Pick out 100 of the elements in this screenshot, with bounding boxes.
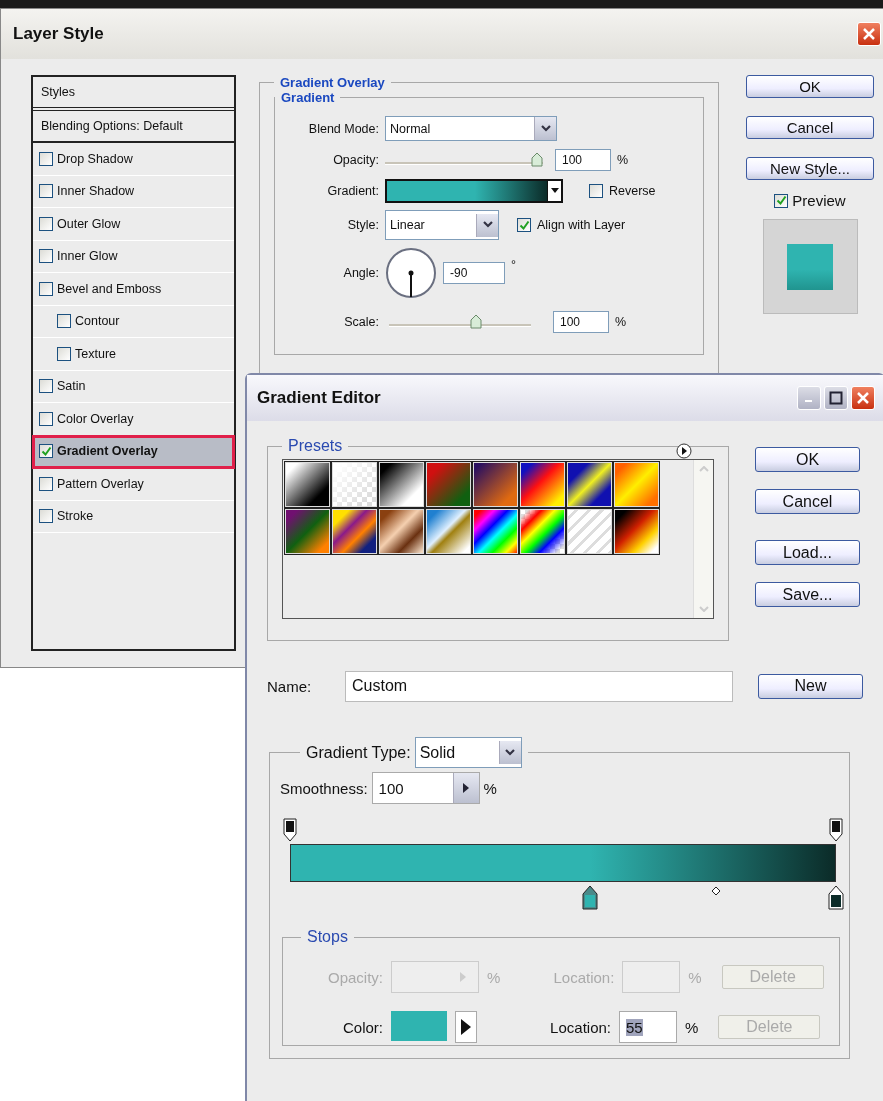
checkbox[interactable]	[39, 379, 53, 394]
checkbox[interactable]	[39, 411, 53, 426]
opacity-stop[interactable]	[283, 818, 297, 842]
close-icon[interactable]	[857, 22, 881, 46]
style-label: Outer Glow	[57, 216, 121, 231]
preset-swatch[interactable]	[472, 461, 519, 508]
maximize-icon[interactable]	[824, 386, 848, 410]
midpoint-diamond[interactable]	[710, 886, 721, 896]
color-swatch[interactable]	[391, 1011, 447, 1041]
checkbox[interactable]	[517, 218, 531, 232]
caret-icon[interactable]	[550, 188, 559, 193]
dialog-button[interactable]: Save...	[755, 582, 860, 607]
smoothness-field[interactable]: 100	[371, 772, 480, 804]
slider-thumb[interactable]	[469, 314, 482, 329]
field-label: Blend Mode:	[307, 121, 379, 136]
opacity-stop[interactable]	[829, 818, 843, 842]
dialog-button[interactable]: Cancel	[755, 489, 860, 514]
style-list-item[interactable]: Outer Glow	[33, 208, 234, 241]
field-label: Gradient Type:	[306, 743, 411, 762]
checkbox[interactable]	[39, 151, 53, 166]
checkbox[interactable]	[39, 444, 53, 459]
dialog-button[interactable]: OK	[746, 75, 874, 98]
angle-field[interactable]: -90	[443, 262, 505, 284]
checkbox[interactable]	[39, 184, 53, 199]
dialog-button[interactable]: Cancel	[746, 116, 874, 139]
preset-swatch[interactable]	[284, 508, 331, 555]
slider-thumb[interactable]	[531, 151, 543, 167]
gradient-bar[interactable]	[290, 844, 836, 882]
color-stop[interactable]	[582, 884, 599, 910]
checkbox-label: Align with Layer	[537, 218, 626, 232]
preset-swatch[interactable]	[519, 508, 566, 555]
field-label: Opacity:	[332, 152, 379, 167]
field-label: Name:	[267, 677, 313, 695]
style-select[interactable]: Linear	[385, 210, 499, 240]
checkbox[interactable]	[774, 193, 789, 208]
style-label: Inner Shadow	[57, 184, 135, 199]
opacity-slider[interactable]	[385, 151, 543, 168]
checkbox[interactable]	[39, 476, 53, 491]
panel-title: Presets	[287, 437, 344, 455]
name-field[interactable]: Custom	[345, 670, 733, 702]
preset-swatch[interactable]	[331, 461, 378, 508]
window-title: Gradient Editor	[257, 388, 381, 408]
preset-swatch[interactable]	[613, 508, 660, 555]
blend-mode-select[interactable]: Normal	[385, 116, 557, 141]
color-stop[interactable]	[828, 884, 844, 910]
window-title: Layer Style	[13, 24, 104, 44]
checkbox-label: Reverse	[609, 183, 656, 198]
preset-swatch[interactable]	[425, 461, 472, 508]
preset-swatch[interactable]	[519, 461, 566, 508]
preset-swatch[interactable]	[378, 461, 425, 508]
dialog-button[interactable]: OK	[755, 447, 860, 472]
unit-label: %	[487, 968, 501, 986]
checkbox[interactable]	[57, 314, 71, 329]
scale-slider[interactable]	[389, 314, 531, 330]
preset-swatch[interactable]	[331, 508, 378, 555]
preset-swatch[interactable]	[566, 461, 613, 508]
checkbox[interactable]	[39, 509, 53, 524]
preset-swatch[interactable]	[378, 508, 425, 555]
blending-options-item[interactable]: Blending Options: Default	[41, 119, 183, 133]
field-label: Smoothness:	[280, 779, 368, 797]
panel-title: Gradient Overlay	[279, 75, 386, 90]
preset-swatch[interactable]	[425, 508, 472, 555]
checkbox[interactable]	[589, 183, 603, 198]
gradient-type-select[interactable]: Solid	[414, 737, 522, 768]
style-label: Contour	[75, 314, 120, 329]
close-icon[interactable]	[851, 386, 875, 410]
unit-label: %	[617, 152, 629, 167]
style-label: Satin	[57, 379, 86, 394]
style-list-item[interactable]: Satin	[33, 370, 234, 403]
preset-swatch[interactable]	[472, 508, 519, 555]
style-list-item[interactable]: Inner Shadow	[33, 175, 234, 208]
style-list-item[interactable]: Bevel and Emboss	[33, 273, 234, 306]
opacity-field[interactable]: 100	[555, 148, 611, 171]
style-list-item[interactable]: Inner Glow	[33, 240, 234, 273]
preset-swatch[interactable]	[284, 461, 331, 508]
dialog-button[interactable]: Load...	[755, 540, 860, 565]
checkbox[interactable]	[57, 346, 71, 361]
checkbox-label: Preview	[792, 192, 846, 209]
style-list-item[interactable]: Texture	[33, 338, 234, 371]
style-list-item[interactable]: Contour	[33, 305, 234, 338]
checkbox[interactable]	[39, 249, 53, 264]
dialog-button[interactable]: New Style...	[746, 157, 874, 180]
checkbox[interactable]	[39, 281, 53, 296]
preset-swatch[interactable]	[566, 508, 613, 555]
style-list-item[interactable]: Stroke	[33, 500, 234, 533]
field-label: Opacity:	[326, 968, 383, 986]
scale-field[interactable]: 100	[553, 311, 609, 333]
angle-dial-icon[interactable]	[385, 247, 437, 299]
location-field[interactable]: 55	[619, 1011, 677, 1043]
style-list-item[interactable]: Gradient Overlay	[33, 435, 234, 468]
checkbox[interactable]	[39, 216, 53, 231]
gradient-picker[interactable]	[385, 178, 563, 203]
style-list-item[interactable]: Drop Shadow	[33, 143, 234, 176]
field-label: Style:	[346, 218, 379, 232]
style-list-item[interactable]: Pattern Overlay	[33, 468, 234, 501]
new-button[interactable]: New	[758, 673, 863, 699]
preset-swatch[interactable]	[613, 461, 660, 508]
style-label: Drop Shadow	[57, 151, 133, 166]
field-label: Color:	[342, 1018, 383, 1036]
field-label: Angle:	[342, 266, 379, 280]
